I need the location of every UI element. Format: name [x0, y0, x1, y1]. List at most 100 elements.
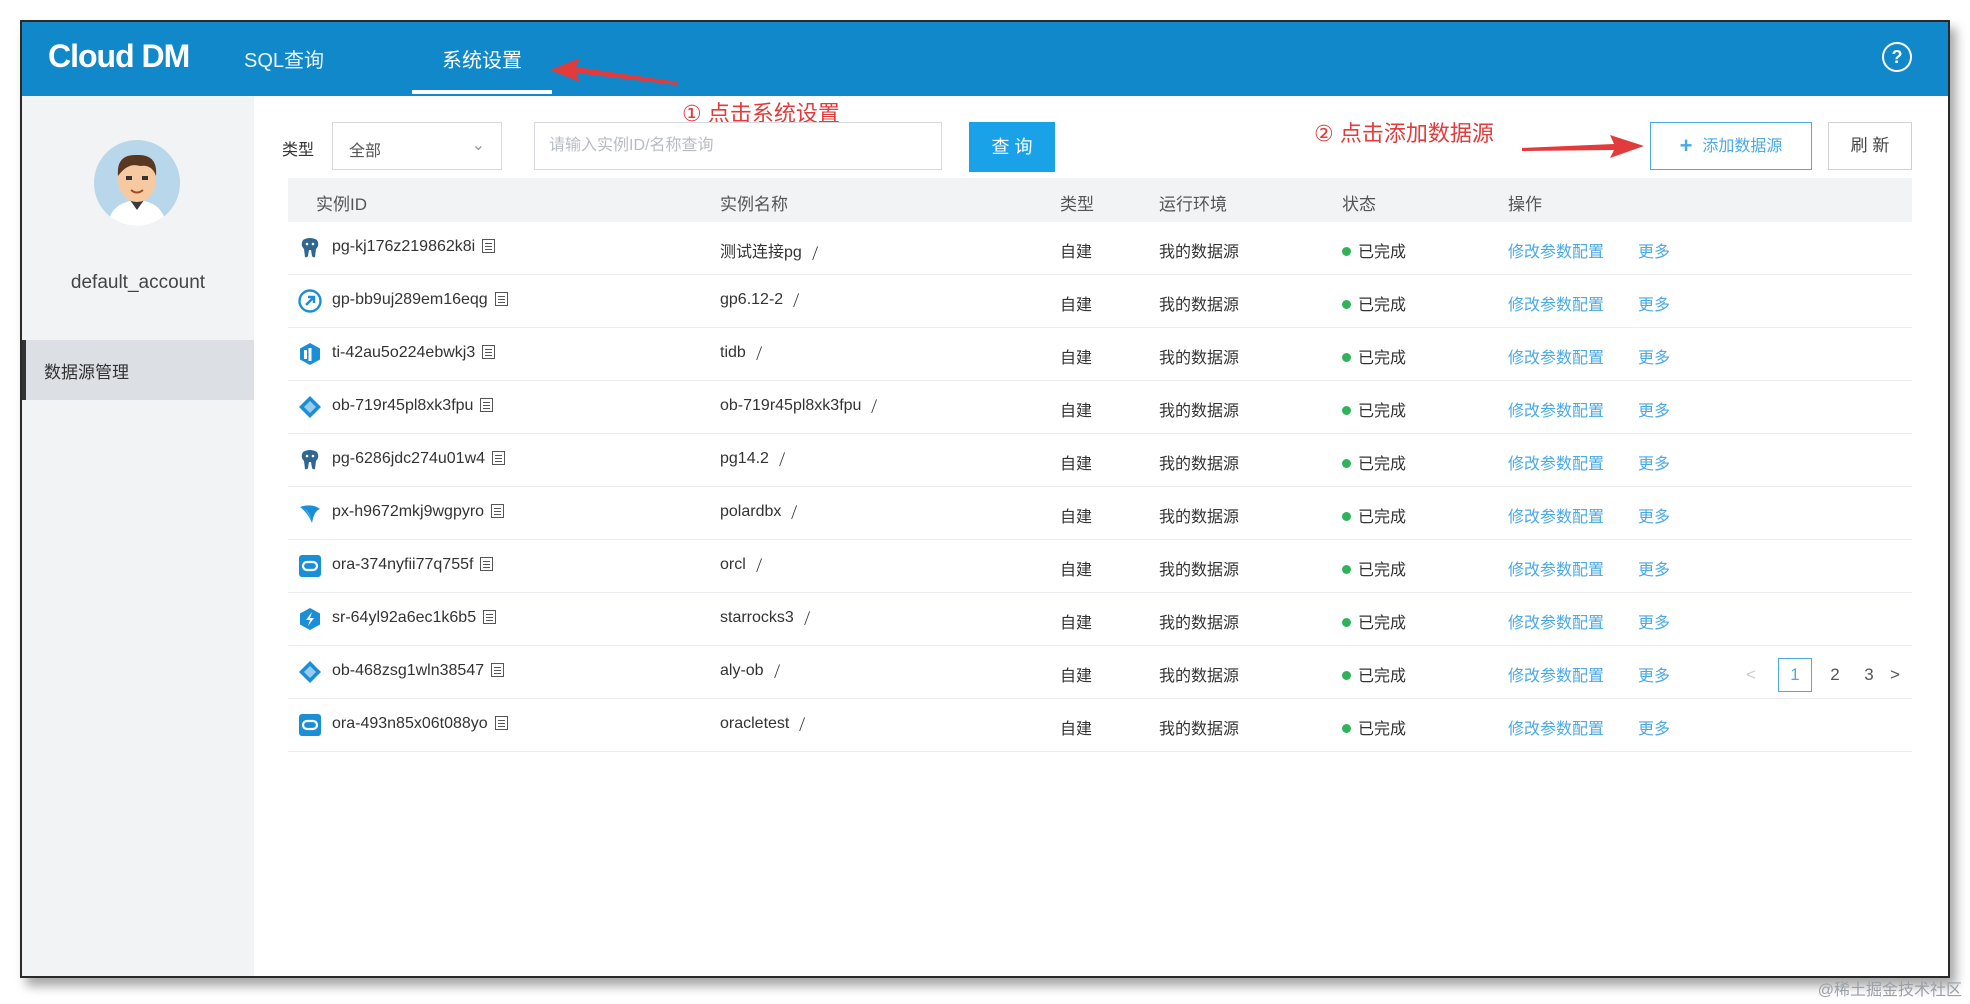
status-dot-icon [1342, 512, 1351, 521]
instance-environment: 我的数据源 [1159, 350, 1240, 367]
status-dot-icon [1342, 618, 1351, 627]
document-icon[interactable] [482, 239, 496, 253]
modify-params-link[interactable]: 修改参数配置 [1508, 450, 1604, 474]
status-text: 已完成 [1358, 456, 1407, 473]
oceanbase-icon [298, 660, 322, 684]
document-icon[interactable] [494, 292, 508, 306]
document-icon[interactable] [482, 345, 496, 359]
more-link[interactable]: 更多 [1638, 450, 1670, 474]
modify-params-link[interactable]: 修改参数配置 [1508, 609, 1604, 633]
status-cell: 已完成 [1342, 715, 1406, 739]
prev-page-button[interactable]: < [1746, 658, 1756, 692]
modify-params-link[interactable]: 修改参数配置 [1508, 556, 1604, 580]
more-link[interactable]: 更多 [1638, 397, 1670, 421]
status-cell: 已完成 [1342, 238, 1406, 262]
edit-icon[interactable]: │ [810, 245, 822, 261]
postgresql-icon [298, 448, 322, 472]
instance-name: aly-ob [720, 662, 764, 679]
more-link[interactable]: 更多 [1638, 344, 1670, 368]
edit-icon[interactable]: │ [797, 716, 809, 732]
col-operations: 操作 [1508, 195, 1542, 214]
document-icon[interactable] [480, 557, 494, 571]
instance-id: ob-719r45pl8xk3fpu [332, 397, 474, 414]
col-type: 类型 [1060, 195, 1094, 214]
next-page-button[interactable]: > [1890, 658, 1900, 692]
edit-icon[interactable]: │ [802, 610, 814, 626]
page-3-button[interactable]: 3 [1858, 658, 1880, 692]
table-row: px-h9672mkj9wgpyro polardbx │ 自建 我的数据源 已完成 修改参… [288, 487, 1912, 540]
instance-environment: 我的数据源 [1159, 244, 1240, 261]
status-cell: 已完成 [1342, 556, 1406, 580]
polardbx-icon [298, 501, 322, 525]
instance-name: tidb [720, 344, 746, 361]
modify-params-link[interactable]: 修改参数配置 [1508, 344, 1604, 368]
edit-icon[interactable]: │ [791, 292, 803, 308]
instance-id-cell: ora-374nyfii77q755f [332, 556, 494, 574]
edit-icon[interactable]: │ [789, 504, 801, 520]
nav-active-indicator [412, 90, 552, 94]
edit-icon[interactable]: │ [754, 345, 766, 361]
type-select-value: 全部 [349, 143, 382, 160]
page-1-button[interactable]: 1 [1778, 658, 1812, 692]
modify-params-link[interactable]: 修改参数配置 [1508, 238, 1604, 262]
status-dot-icon [1342, 671, 1351, 680]
status-text: 已完成 [1358, 721, 1407, 738]
modify-params-link[interactable]: 修改参数配置 [1508, 715, 1604, 739]
oracle-icon [298, 713, 322, 737]
nav-sql-query[interactable]: SQL查询 [244, 44, 324, 73]
edit-icon[interactable]: │ [771, 663, 783, 679]
query-button[interactable]: 查 询 [969, 122, 1055, 172]
instance-id: px-h9672mkj9wgpyro [332, 503, 485, 520]
table-header: 实例ID 实例名称 类型 运行环境 状态 操作 [288, 178, 1912, 222]
edit-icon[interactable]: │ [754, 557, 766, 573]
add-datasource-button[interactable]: + 添加数据源 [1650, 122, 1812, 170]
modify-params-link[interactable]: 修改参数配置 [1508, 503, 1604, 527]
modify-params-link[interactable]: 修改参数配置 [1508, 291, 1604, 315]
modify-params-link[interactable]: 修改参数配置 [1508, 397, 1604, 421]
col-environment: 运行环境 [1159, 195, 1227, 214]
status-text: 已完成 [1358, 403, 1407, 420]
more-link[interactable]: 更多 [1638, 662, 1670, 686]
more-link[interactable]: 更多 [1638, 503, 1670, 527]
document-icon[interactable] [492, 451, 506, 465]
status-cell: 已完成 [1342, 450, 1406, 474]
type-select[interactable]: 全部 ⌄ [332, 122, 502, 170]
instance-name-cell: 测试连接pg │ [720, 238, 822, 262]
status-dot-icon [1342, 247, 1351, 256]
annotation-arrow-left-icon [550, 58, 678, 85]
nav-system-settings[interactable]: 系统设置 [442, 44, 522, 73]
more-link[interactable]: 更多 [1638, 291, 1670, 315]
instance-environment: 我的数据源 [1159, 562, 1240, 579]
page-2-button[interactable]: 2 [1824, 658, 1846, 692]
sidebar-item-datasource[interactable]: 数据源管理 [22, 340, 254, 400]
help-icon[interactable]: ? [1882, 42, 1912, 72]
oracle-icon [298, 554, 322, 578]
instance-name: pg14.2 [720, 450, 769, 467]
status-dot-icon [1342, 724, 1351, 733]
document-icon[interactable] [494, 716, 508, 730]
table-row: ob-719r45pl8xk3fpu ob-719r45pl8xk3fpu │ 自建 我… [288, 381, 1912, 434]
edit-icon[interactable]: │ [777, 451, 789, 467]
more-link[interactable]: 更多 [1638, 238, 1670, 262]
app-window: Cloud DM SQL查询 系统设置 ? default_account 数据… [20, 20, 1950, 978]
watermark: @稀土掘金技术社区 [1817, 982, 1962, 999]
more-link[interactable]: 更多 [1638, 609, 1670, 633]
edit-icon[interactable]: │ [869, 398, 881, 414]
document-icon[interactable] [491, 504, 505, 518]
status-text: 已完成 [1358, 244, 1407, 261]
status-dot-icon [1342, 459, 1351, 468]
table-row: gp-bb9uj289em16eqg gp6.12-2 │ 自建 我的数据源 已完成 修改参… [288, 275, 1912, 328]
document-icon[interactable] [491, 663, 505, 677]
modify-params-link[interactable]: 修改参数配置 [1508, 662, 1604, 686]
status-text: 已完成 [1358, 509, 1407, 526]
col-instance-name: 实例名称 [720, 195, 788, 214]
oceanbase-icon [298, 395, 322, 419]
document-icon[interactable] [483, 610, 497, 624]
more-link[interactable]: 更多 [1638, 556, 1670, 580]
more-link[interactable]: 更多 [1638, 715, 1670, 739]
instance-type: 自建 [1060, 350, 1093, 367]
sidebar-item-label: 数据源管理 [44, 363, 129, 382]
search-input[interactable] [534, 122, 942, 170]
refresh-button[interactable]: 刷 新 [1828, 122, 1912, 170]
document-icon[interactable] [480, 398, 494, 412]
